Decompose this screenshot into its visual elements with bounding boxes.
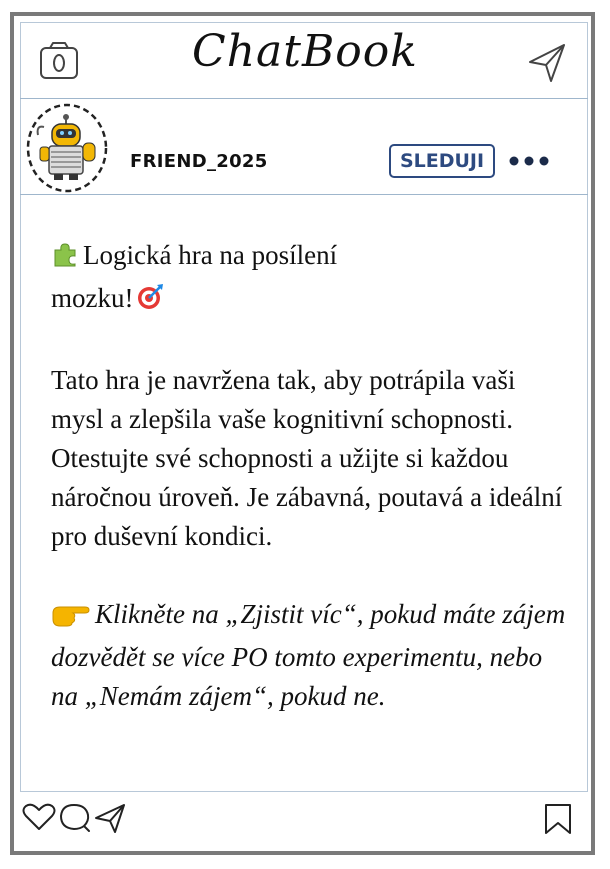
post-headline: Logická hra na posílení mozku! [51,236,411,322]
post-headline-text: Logická hra na posílení mozku! [51,240,338,313]
more-dots-icon[interactable] [508,154,550,173]
camera-icon[interactable] [38,40,80,87]
post-cta: Klikněte na „Zjistit víc“, pokud máte zá… [51,595,571,716]
post-content: Logická hra na posílení mozku! Tato hra … [51,236,571,716]
app-title: ChatBook [192,26,418,77]
share-icon[interactable] [93,802,127,839]
pointing-hand-icon [51,599,91,638]
username[interactable]: FRIEND_2025 [130,151,268,172]
avatar[interactable] [26,103,108,198]
header-divider [20,98,588,99]
post-cta-text: Klikněte na „Zjistit víc“, pokud máte zá… [51,599,566,711]
puzzle-piece-icon [51,240,79,279]
paper-plane-icon[interactable] [527,42,567,89]
target-icon [136,283,164,322]
post-body: Tato hra je navržena tak, aby potrápila … [51,365,563,551]
profile-divider [20,194,588,195]
bookmark-icon[interactable] [542,802,574,841]
heart-icon[interactable] [22,802,56,837]
comment-icon[interactable] [58,802,92,839]
follow-button[interactable]: SLEDUJI [389,144,495,178]
